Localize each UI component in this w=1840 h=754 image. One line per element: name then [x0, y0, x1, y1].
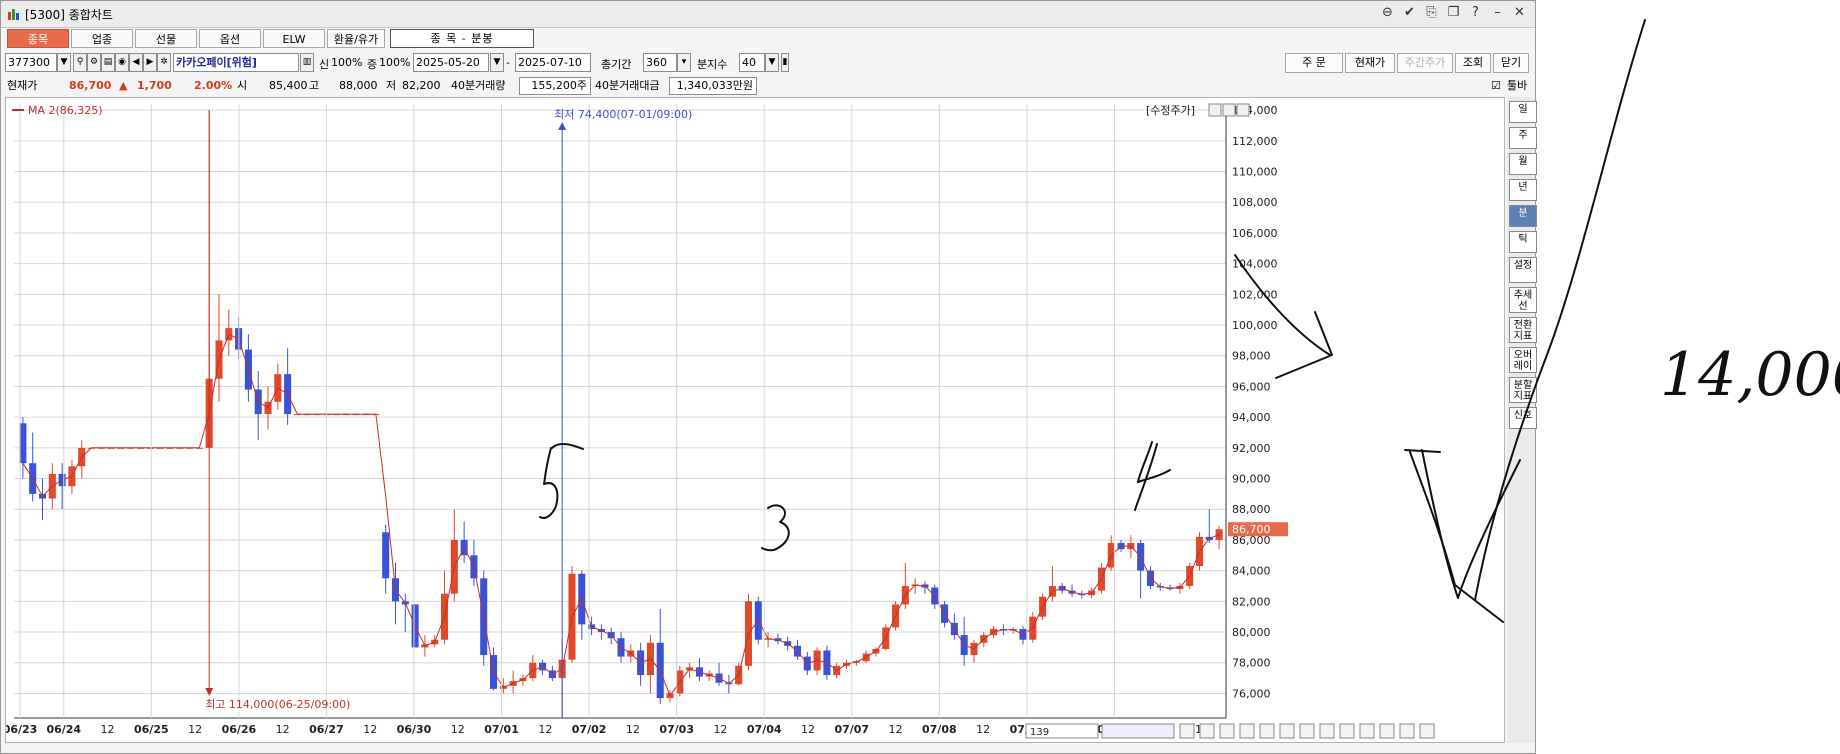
- handwritten-long-stroke: [1474, 19, 1646, 601]
- handwritten-arrow-line: [1234, 254, 1331, 356]
- handwritten-mark-5: [539, 443, 584, 519]
- handwritten-mark-3: [761, 504, 790, 552]
- handwritten-arrow-head: [1275, 311, 1333, 379]
- handwritten-mark-4: [1134, 441, 1171, 511]
- handwritten-annotations: 14,000: [539, 19, 1840, 623]
- handwritten-note: 14,000: [1660, 340, 1840, 410]
